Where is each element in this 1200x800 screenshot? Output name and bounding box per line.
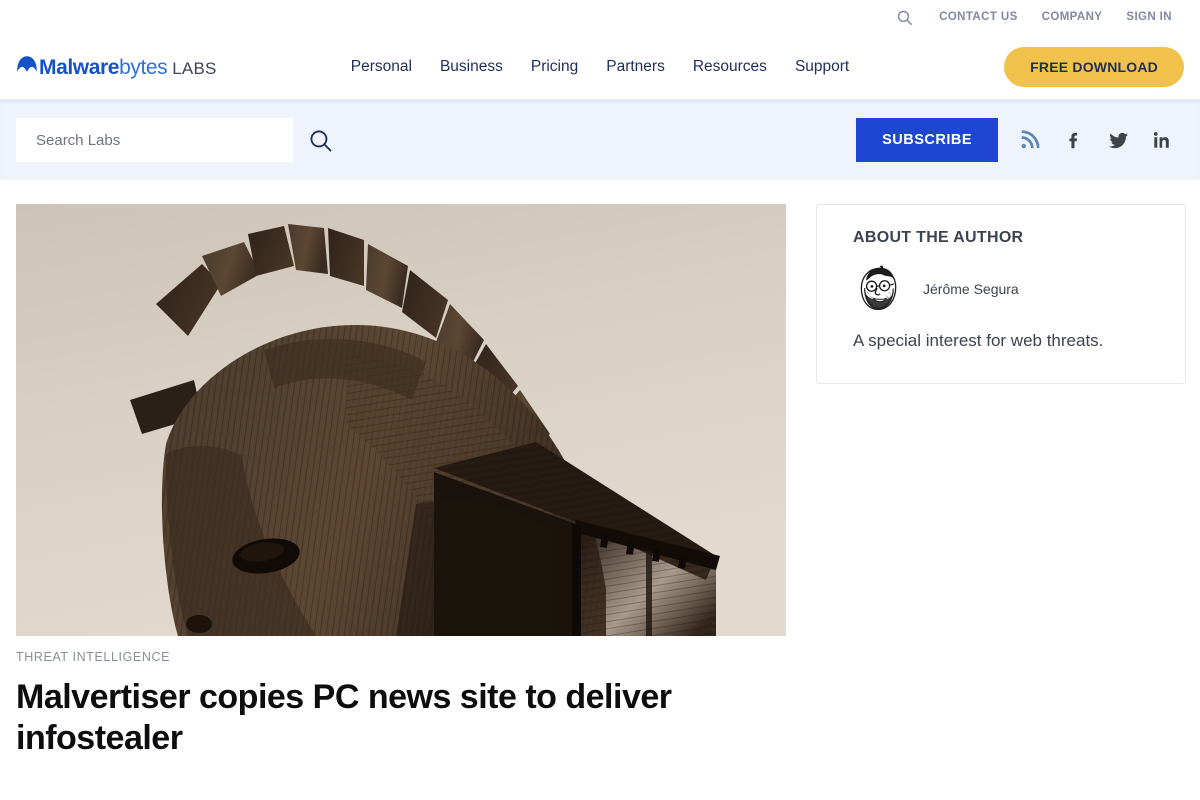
- trojan-horse-illustration: [16, 204, 786, 636]
- search-icon: [310, 130, 331, 151]
- subscribe-button[interactable]: SUBSCRIBE: [856, 118, 998, 162]
- linkedin-icon: [1153, 132, 1169, 148]
- main-header: Malware bytes LABS Personal Business Pri…: [0, 34, 1200, 100]
- article-column: THREAT INTELLIGENCE Malvertiser copies P…: [16, 204, 786, 759]
- logo-text-malware: Malware: [39, 55, 120, 79]
- logo-glyph: [17, 55, 37, 72]
- twitter-icon: [1108, 132, 1128, 148]
- malwarebytes-m-icon: [16, 54, 38, 74]
- utility-link-company[interactable]: COMPANY: [1030, 7, 1115, 27]
- nav-item-personal[interactable]: Personal: [337, 50, 426, 84]
- twitter-icon-link[interactable]: [1096, 120, 1140, 160]
- article-category[interactable]: THREAT INTELLIGENCE: [16, 650, 786, 664]
- author-avatar[interactable]: [853, 263, 905, 315]
- facebook-icon: [1069, 132, 1078, 149]
- author-row: Jérôme Segura: [853, 263, 1149, 315]
- nav-item-resources[interactable]: Resources: [679, 50, 781, 84]
- utility-link-sign-in[interactable]: SIGN IN: [1114, 7, 1184, 27]
- utility-search-icon[interactable]: [889, 2, 919, 32]
- nav-item-support[interactable]: Support: [781, 50, 863, 84]
- about-the-author-card: ABOUT THE AUTHOR Jérôme Segura A special…: [816, 204, 1186, 384]
- article-headline: Malvertiser copies PC news site to deliv…: [16, 678, 672, 757]
- rss-icon-link[interactable]: [1008, 120, 1052, 160]
- site-logo[interactable]: Malware bytes LABS: [16, 54, 217, 80]
- search-input[interactable]: [16, 118, 293, 162]
- nav-item-partners[interactable]: Partners: [592, 50, 679, 84]
- linkedin-icon-link[interactable]: [1140, 120, 1184, 160]
- logo-text-bytes: bytes: [119, 55, 168, 79]
- nav-item-pricing[interactable]: Pricing: [517, 50, 592, 84]
- logo-text-labs: LABS: [172, 58, 217, 78]
- social-links: [1008, 120, 1184, 160]
- nav-item-business[interactable]: Business: [426, 50, 517, 84]
- utility-link-contact-us[interactable]: CONTACT US: [927, 7, 1030, 27]
- utility-bar: CONTACT US COMPANY SIGN IN: [0, 0, 1200, 34]
- facebook-icon-link[interactable]: [1052, 120, 1096, 160]
- free-download-button[interactable]: FREE DOWNLOAD: [1004, 46, 1184, 87]
- sidebar: ABOUT THE AUTHOR Jérôme Segura A special…: [816, 204, 1186, 384]
- author-name[interactable]: Jérôme Segura: [923, 281, 1019, 297]
- page-content: THREAT INTELLIGENCE Malvertiser copies P…: [0, 180, 1200, 759]
- author-card-title: ABOUT THE AUTHOR: [853, 229, 1024, 246]
- article-hero-image[interactable]: [16, 204, 786, 636]
- avatar-cartoon-face-icon: [860, 265, 897, 311]
- author-bio: A special interest for web threats.: [853, 331, 1104, 350]
- primary-nav: Personal Business Pricing Partners Resou…: [337, 50, 863, 84]
- rss-icon: [1021, 130, 1040, 149]
- labs-search-wrapper: [16, 118, 347, 162]
- labs-band-actions: SUBSCRIBE: [856, 118, 1184, 162]
- labs-search-band: SUBSCRIBE: [0, 100, 1200, 180]
- search-submit-button[interactable]: [293, 118, 347, 162]
- search-icon: [897, 10, 912, 25]
